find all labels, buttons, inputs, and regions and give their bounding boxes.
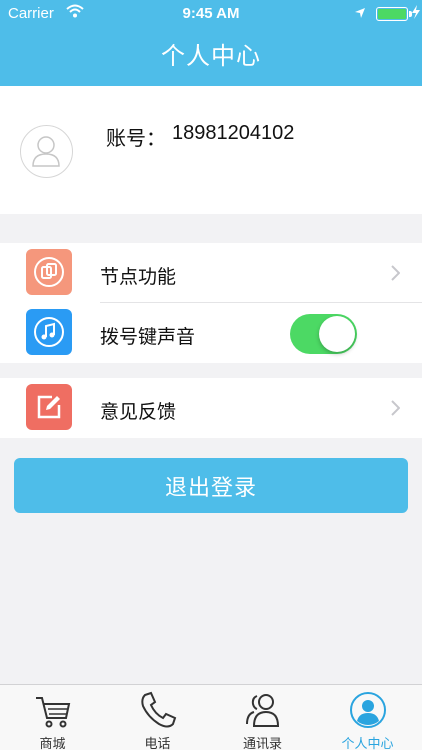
tab-mall[interactable]: 商城: [0, 685, 105, 750]
logout-button[interactable]: 退出登录: [14, 458, 408, 513]
user-avatar-icon: [32, 136, 60, 167]
phone-icon: [140, 691, 176, 728]
dial-sound-toggle[interactable]: [290, 314, 357, 354]
chevron-right-icon: [391, 265, 400, 281]
avatar[interactable]: [20, 125, 73, 178]
charging-bolt-icon: [412, 5, 420, 19]
feedback-row[interactable]: 意见反馈: [0, 378, 422, 438]
node-function-row[interactable]: 节点功能: [0, 243, 422, 303]
header: Carrier 9:45 AM 个人中心: [0, 0, 422, 86]
tab-contacts[interactable]: 通讯录: [210, 685, 315, 750]
toggle-knob: [319, 316, 355, 352]
feedback-label: 意见反馈: [100, 401, 177, 423]
tab-profile[interactable]: 个人中心: [315, 685, 420, 750]
dial-sound-row: 拨号键声音: [0, 303, 422, 363]
tab-phone[interactable]: 电话: [105, 685, 210, 750]
tab-bar: 商城 电话 通讯录 个人中心: [0, 684, 422, 750]
tab-phone-label: 电话: [144, 737, 171, 750]
tab-contacts-label: 通讯录: [242, 737, 282, 750]
location-arrow-icon: [355, 8, 365, 18]
chevron-right-icon: [391, 400, 400, 416]
feedback-edit-icon: [26, 384, 72, 430]
feedback-group: 意见反馈: [0, 378, 422, 438]
contacts-icon: [245, 694, 279, 727]
node-function-label: 节点功能: [100, 266, 177, 288]
battery-icon: [376, 7, 408, 21]
dial-sound-label: 拨号键声音: [100, 326, 196, 348]
status-bar: Carrier 9:45 AM: [0, 0, 422, 28]
tab-profile-label: 个人中心: [341, 737, 394, 750]
profile-icon: [349, 692, 386, 728]
node-function-icon: [26, 249, 72, 295]
page-title: 个人中心: [161, 42, 261, 70]
music-note-icon: [26, 309, 72, 355]
cart-icon: [35, 697, 70, 728]
tab-mall-label: 商城: [39, 737, 66, 750]
settings-group: 节点功能 拨号键声音: [0, 243, 422, 363]
account-number: 18981204102: [172, 122, 295, 144]
profile-card: 账号： 18981204102: [0, 86, 422, 214]
account-label: 账号：: [106, 126, 166, 150]
